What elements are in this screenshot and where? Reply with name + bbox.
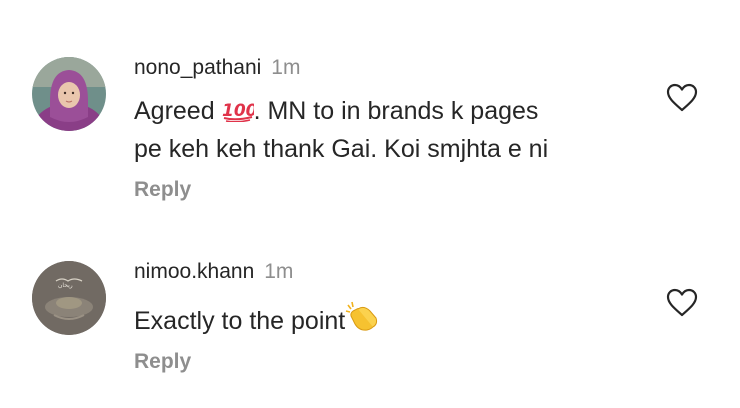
clapping-hands-emoji bbox=[345, 300, 379, 342]
username[interactable]: nono_pathani bbox=[134, 56, 261, 79]
timestamp: 1m bbox=[264, 260, 294, 283]
comment-text-line: pe keh keh thank Gai. Koi smjhta e ni bbox=[134, 135, 549, 163]
comment-text-part: Agreed bbox=[134, 97, 222, 125]
comment-item: ريحان nimoo.khann 1m Exactly to the point… bbox=[0, 210, 740, 408]
comment-text: Agreed 100. MN to in brands k pages pe k… bbox=[134, 94, 634, 167]
comment-text-part: Exactly to the point bbox=[134, 307, 346, 335]
svg-text:ريحان: ريحان bbox=[58, 282, 73, 289]
hundred-points-emoji: 100 bbox=[222, 96, 257, 132]
reply-button[interactable]: Reply bbox=[134, 350, 191, 374]
reply-button[interactable]: Reply bbox=[134, 178, 191, 202]
comment-text-line: Agreed 100. MN to in brands k pages bbox=[134, 94, 634, 132]
avatar[interactable] bbox=[32, 57, 106, 131]
like-button[interactable] bbox=[666, 288, 698, 318]
comment-text: Exactly to the point bbox=[134, 300, 634, 342]
timestamp: 1m bbox=[271, 56, 301, 79]
comment-meta: nimoo.khann 1m bbox=[134, 260, 293, 284]
username[interactable]: nimoo.khann bbox=[134, 260, 254, 283]
heart-outline-icon bbox=[666, 83, 698, 117]
comment-meta: nono_pathani 1m bbox=[134, 56, 300, 80]
like-button[interactable] bbox=[666, 83, 698, 113]
comment-item: nono_pathani 1m Agreed 100. MN to in bran… bbox=[0, 0, 740, 210]
heart-outline-icon bbox=[666, 288, 698, 322]
avatar[interactable]: ريحان bbox=[32, 261, 106, 335]
comment-text-part: . MN to in brands k pages bbox=[253, 97, 539, 125]
comment-text-line: Exactly to the point bbox=[134, 300, 634, 342]
